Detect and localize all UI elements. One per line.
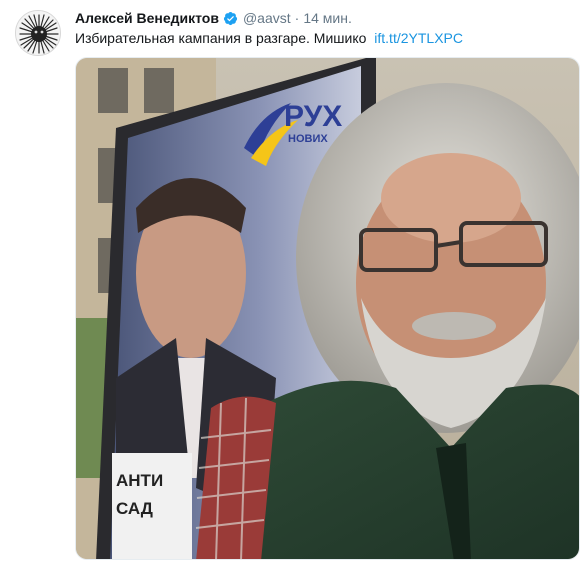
tweet-link[interactable]: ift.tt/2YTLXPC [374, 30, 463, 46]
billboard-brand: РУХ [284, 100, 342, 133]
avatar[interactable] [15, 10, 61, 56]
author-handle[interactable]: @aavst [243, 9, 291, 27]
header-separator: · [294, 10, 300, 26]
avatar-image [16, 11, 60, 55]
tweet-text: Избирательная кампания в разгаре. Мишико… [75, 29, 463, 47]
author-name[interactable]: Алексей Венедиктов [75, 9, 219, 27]
photo-image: АНТИ САД РУХ НОВИХ [76, 58, 579, 559]
billboard-text-2: САД [116, 499, 153, 518]
tweet-photo[interactable]: АНТИ САД РУХ НОВИХ [75, 57, 580, 560]
tweet-card: Алексей Венедиктов @aavst · 14 мин. Изби… [0, 0, 588, 563]
tweet-text-content: Избирательная кампания в разгаре. Мишико [75, 30, 367, 46]
tweet-timestamp[interactable]: 14 мин. [303, 9, 352, 27]
tweet-header: Алексей Венедиктов @aavst · 14 мин. [75, 9, 352, 27]
verified-badge-icon [223, 11, 238, 25]
billboard-text-1: АНТИ [116, 471, 163, 490]
billboard-subtitle: НОВИХ [288, 133, 328, 145]
